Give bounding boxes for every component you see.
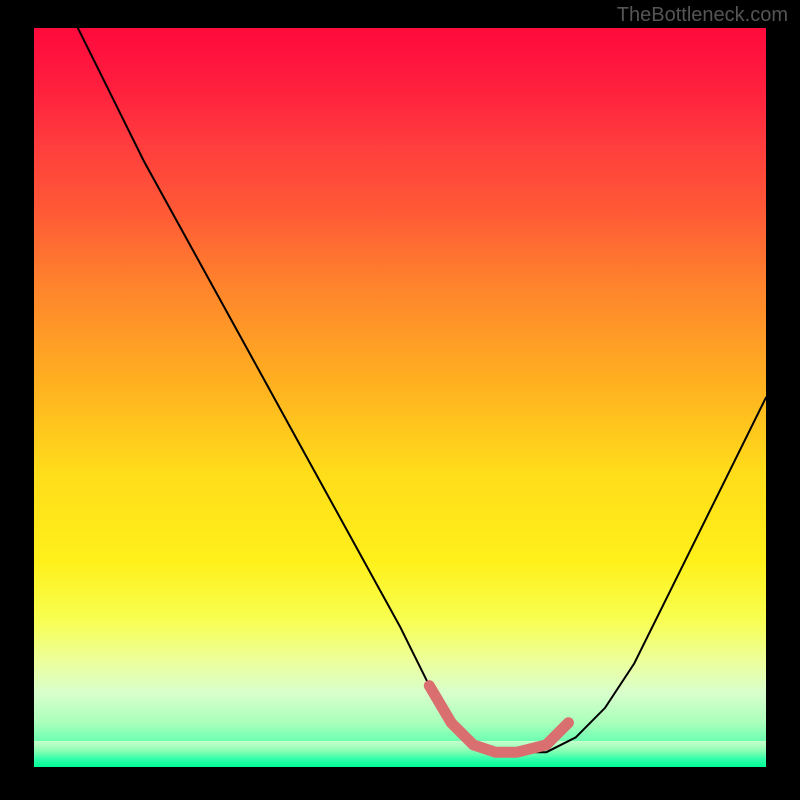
chart-svg	[34, 28, 766, 767]
watermark-text: TheBottleneck.com	[617, 4, 788, 27]
chart-plot-area	[34, 28, 766, 767]
optimal-range-highlight	[429, 686, 568, 753]
bottleneck-curve	[78, 28, 766, 752]
